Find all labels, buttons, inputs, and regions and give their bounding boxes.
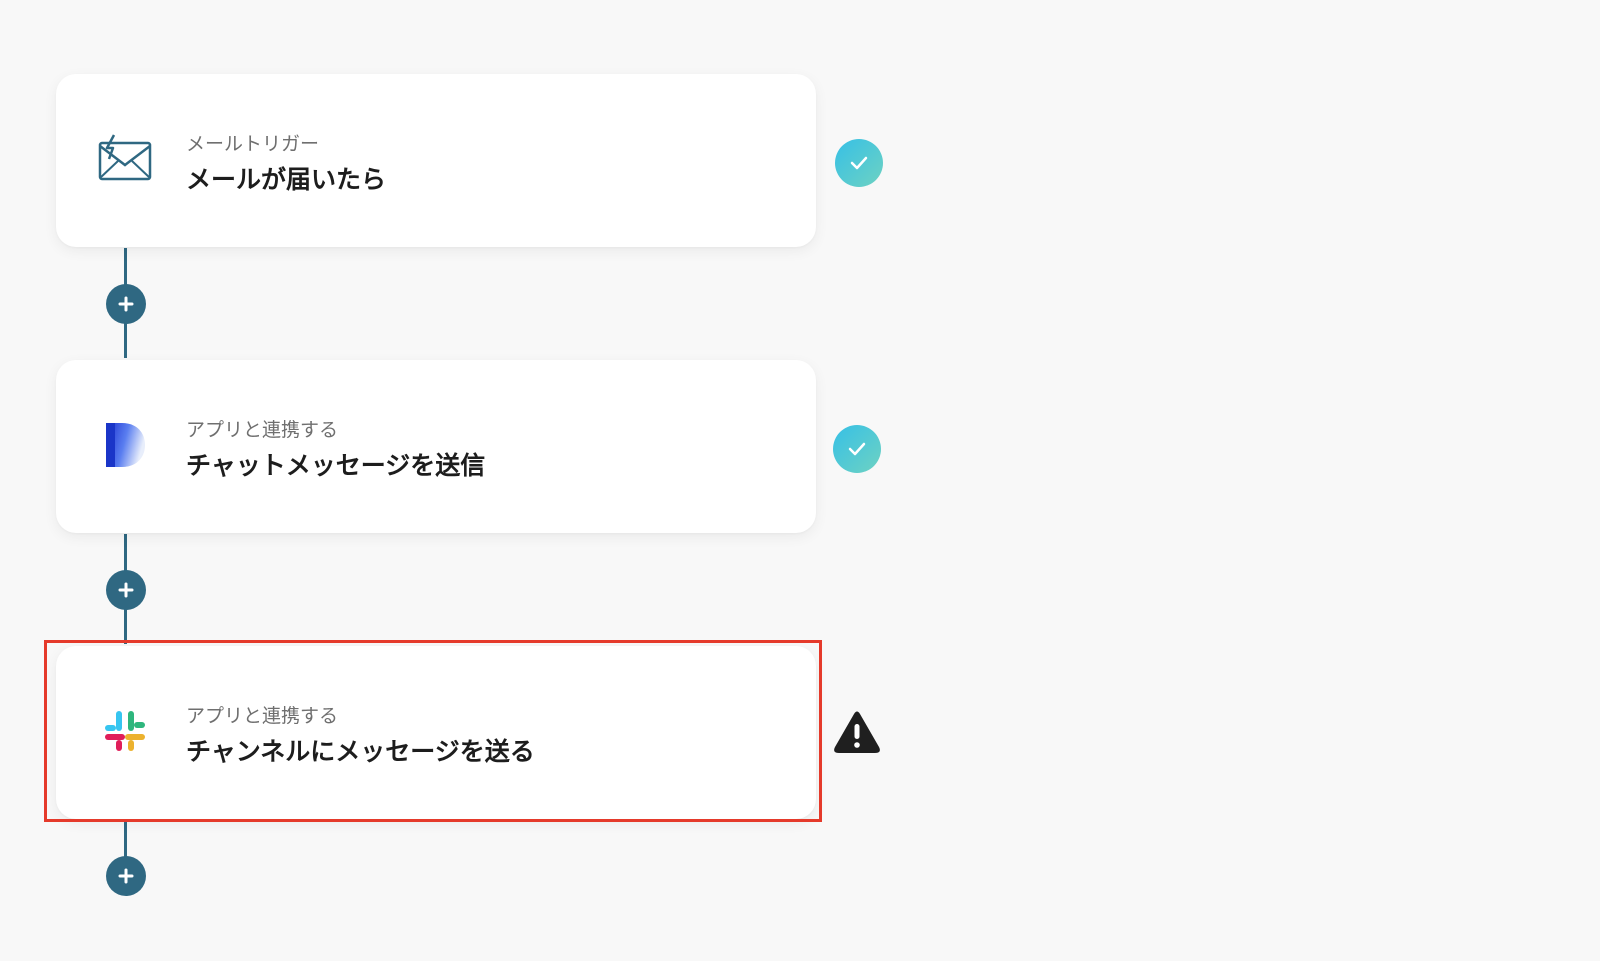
plus-icon: [118, 868, 134, 884]
flow-step-card-slack-message[interactable]: アプリと連携する チャンネルにメッセージを送る: [56, 646, 816, 819]
slack-logo-icon: [96, 702, 154, 760]
check-icon: [835, 139, 883, 187]
add-step-button[interactable]: [106, 856, 146, 896]
warning-icon: [832, 709, 882, 755]
plus-icon: [118, 582, 134, 598]
app-d-logo-icon: [96, 416, 154, 474]
flow-step-card-mail-trigger[interactable]: メールトリガー メールが届いたら: [56, 74, 816, 247]
mail-icon: [96, 130, 154, 188]
step-subtitle: メールトリガー: [186, 133, 320, 155]
step-title: チャンネルにメッセージを送る: [186, 737, 535, 766]
add-step-button[interactable]: [106, 570, 146, 610]
check-icon: [833, 425, 881, 473]
step-title: チャットメッセージを送信: [186, 451, 486, 480]
flow-step-card-chat-message[interactable]: アプリと連携する チャットメッセージを送信: [56, 360, 816, 533]
plus-icon: [118, 296, 134, 312]
step-subtitle: アプリと連携する: [186, 419, 339, 441]
add-step-button[interactable]: [106, 284, 146, 324]
step-title: メールが届いたら: [186, 165, 387, 194]
step-subtitle: アプリと連携する: [186, 705, 339, 727]
